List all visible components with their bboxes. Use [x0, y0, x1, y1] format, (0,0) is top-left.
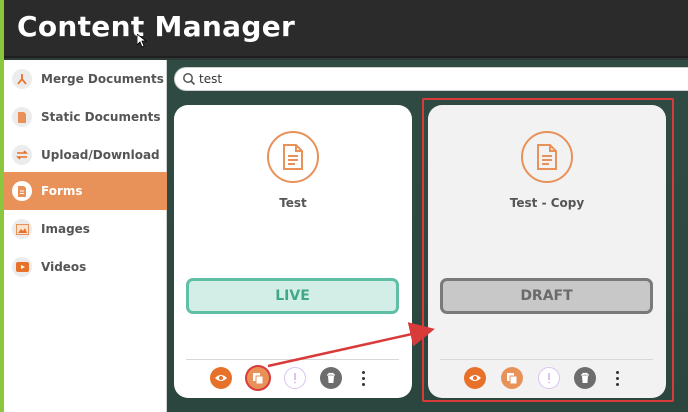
sidebar-item-label: Merge Documents — [41, 72, 164, 86]
image-icon — [12, 219, 32, 239]
sidebar-item-images[interactable]: Images — [4, 210, 167, 248]
document-icon — [267, 131, 319, 183]
sidebar-item-merge-documents[interactable]: Merge Documents — [4, 60, 167, 98]
search-box — [174, 67, 688, 91]
document-icon — [12, 107, 32, 127]
sidebar-item-label: Videos — [41, 260, 87, 274]
warning-button[interactable] — [538, 367, 560, 389]
more-options-button[interactable] — [356, 367, 370, 389]
delete-button[interactable] — [320, 367, 342, 389]
sidebar-item-label: Images — [41, 222, 90, 236]
card-title: Test - Copy — [509, 196, 585, 210]
more-dot — [615, 370, 619, 374]
more-dot — [361, 370, 365, 374]
sidebar-item-label: Upload/Download — [41, 148, 160, 162]
form-card-test-copy[interactable]: Test - Copy DRAFT — [428, 105, 666, 398]
sidebar-item-label: Forms — [41, 184, 83, 198]
card-actions — [174, 367, 412, 391]
copy-icon — [507, 372, 518, 384]
mouse-cursor-icon — [137, 34, 147, 48]
sidebar-item-forms[interactable]: Forms — [4, 172, 167, 210]
view-button[interactable] — [210, 367, 232, 389]
warning-button[interactable] — [284, 367, 306, 389]
video-icon — [12, 257, 32, 277]
sidebar-item-upload-download[interactable]: Upload/Download — [4, 136, 167, 174]
exclamation-icon — [294, 373, 296, 384]
sidebar-item-static-documents[interactable]: Static Documents — [4, 98, 167, 136]
view-button[interactable] — [464, 367, 486, 389]
eye-icon — [215, 375, 227, 381]
search-icon — [183, 73, 196, 86]
sidebar-item-videos[interactable]: Videos — [4, 248, 167, 286]
transfer-icon — [12, 145, 32, 165]
more-dot — [615, 376, 619, 380]
sidebar: Merge Documents Static Documents Upload/… — [4, 60, 167, 412]
form-icon — [12, 181, 32, 201]
merge-icon — [12, 69, 32, 89]
exclamation-icon — [548, 373, 550, 384]
card-actions — [428, 367, 666, 391]
form-card-test[interactable]: Test LIVE — [174, 105, 412, 398]
more-dot — [361, 382, 365, 386]
trash-icon — [581, 372, 589, 383]
draft-status-button[interactable]: DRAFT — [440, 278, 653, 314]
trash-icon — [327, 372, 335, 383]
copy-button[interactable] — [501, 367, 523, 389]
copy-icon — [253, 372, 264, 384]
document-icon — [521, 131, 573, 183]
more-dot — [361, 376, 365, 380]
card-divider — [440, 359, 653, 360]
search-input[interactable] — [199, 72, 659, 86]
card-divider — [186, 359, 399, 360]
sidebar-item-label: Static Documents — [41, 110, 161, 124]
more-dot — [615, 382, 619, 386]
app-title: Content Manager — [17, 10, 296, 43]
main-content: Test LIVE — [167, 60, 688, 412]
more-options-button[interactable] — [610, 367, 624, 389]
copy-button[interactable] — [247, 367, 269, 389]
app-header: Content Manager — [4, 0, 688, 58]
delete-button[interactable] — [574, 367, 596, 389]
live-status-button[interactable]: LIVE — [186, 278, 399, 314]
card-title: Test — [279, 196, 307, 210]
eye-icon — [469, 375, 481, 381]
